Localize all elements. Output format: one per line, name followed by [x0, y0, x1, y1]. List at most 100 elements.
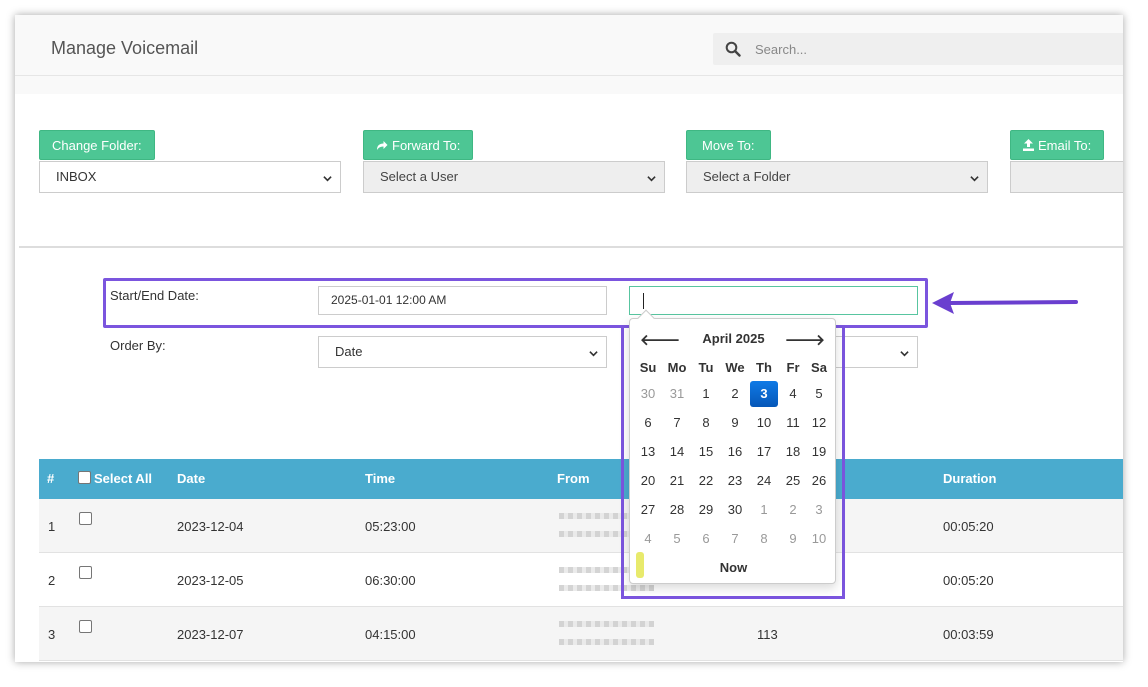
calendar-day[interactable]: 8 — [692, 410, 720, 436]
calendar-day[interactable]: 3 — [750, 381, 778, 407]
calendar-day[interactable]: 10 — [750, 410, 778, 436]
header-band — [15, 76, 1123, 94]
calendar-day[interactable]: 31 — [663, 381, 691, 407]
calendar-day[interactable]: 23 — [721, 468, 749, 494]
row-duration: 00:05:20 — [943, 519, 994, 534]
calendar-day[interactable]: 26 — [805, 468, 833, 494]
calendar-day[interactable]: 2 — [779, 497, 807, 523]
annotation-arrow-icon — [932, 292, 1078, 314]
row-duration: 00:05:20 — [943, 573, 994, 588]
calendar-day[interactable]: 4 — [634, 526, 662, 552]
calendar-day[interactable]: 28 — [663, 497, 691, 523]
calendar-day[interactable]: 27 — [634, 497, 662, 523]
calendar-day[interactable]: 30 — [634, 381, 662, 407]
calendar-day[interactable]: 17 — [750, 439, 778, 465]
col-duration[interactable]: Duration — [943, 471, 996, 486]
calendar-day[interactable]: 12 — [805, 410, 833, 436]
col-from[interactable]: From — [557, 471, 590, 486]
change-folder-button[interactable]: Change Folder: — [39, 130, 155, 160]
calendar-day[interactable]: 9 — [779, 526, 807, 552]
calendar-day[interactable]: 18 — [779, 439, 807, 465]
calendar-day[interactable]: 6 — [692, 526, 720, 552]
row-checkbox[interactable] — [79, 566, 92, 579]
row-number: 2 — [48, 573, 56, 588]
move-to-button[interactable]: Move To: — [686, 130, 771, 160]
row-time: 06:30:00 — [365, 573, 416, 588]
row-checkbox[interactable] — [79, 512, 92, 525]
table-row[interactable]: 2 2023-12-05 06:30:00 00:05:20 — [39, 553, 1123, 607]
weekday-header: Sa — [811, 360, 827, 375]
row-date: 2023-12-04 — [177, 519, 244, 534]
upload-icon — [1023, 139, 1034, 151]
row-checkbox[interactable] — [79, 620, 92, 633]
calendar-day[interactable]: 11 — [779, 410, 807, 436]
page-title: Manage Voicemail — [51, 38, 199, 58]
move-folder-value: Select a Folder — [703, 169, 791, 184]
row-time: 05:23:00 — [365, 519, 416, 534]
move-folder-select[interactable]: Select a Folder — [686, 161, 988, 193]
search-box[interactable] — [713, 33, 1123, 65]
calendar-day[interactable]: 1 — [692, 381, 720, 407]
calendar-day[interactable]: 4 — [779, 381, 807, 407]
calendar-day[interactable]: 22 — [692, 468, 720, 494]
move-to-label: Move To: — [702, 138, 755, 153]
change-folder-label: Change Folder: — [52, 138, 142, 153]
weekday-header: Su — [639, 360, 657, 375]
search-icon — [725, 41, 741, 57]
order-by-label: Order By: — [110, 338, 166, 353]
calendar-day[interactable]: 21 — [663, 468, 691, 494]
next-month-arrow-icon[interactable]: 🡒 — [785, 330, 825, 349]
forward-to-button[interactable]: Forward To: — [363, 130, 474, 160]
select-all-checkbox[interactable] — [78, 471, 91, 484]
calendar-day[interactable]: 6 — [634, 410, 662, 436]
calendar-day[interactable]: 16 — [721, 439, 749, 465]
calendar-day[interactable]: 20 — [634, 468, 662, 494]
calendar-day[interactable]: 19 — [805, 439, 833, 465]
chevron-down-icon — [900, 351, 909, 357]
calendar-day[interactable]: 9 — [721, 410, 749, 436]
calendar-day[interactable]: 2 — [721, 381, 749, 407]
email-to-group: Email To: — [1010, 130, 1123, 193]
email-to-label: Email To: — [1038, 138, 1092, 153]
calendar-day[interactable]: 15 — [692, 439, 720, 465]
calendar-day[interactable]: 3 — [805, 497, 833, 523]
now-button[interactable]: Now — [630, 560, 837, 575]
user-select[interactable]: Select a User — [363, 161, 665, 193]
weekday-header: We — [725, 360, 745, 375]
chevron-down-icon — [323, 176, 332, 182]
calendar-day[interactable]: 5 — [805, 381, 833, 407]
calendar-day[interactable]: 24 — [750, 468, 778, 494]
move-to-group: Move To: Select a Folder — [686, 130, 988, 193]
order-by-value: Date — [335, 344, 363, 359]
chevron-down-icon — [647, 176, 656, 182]
email-to-button[interactable]: Email To: — [1010, 130, 1105, 160]
search-input[interactable] — [755, 33, 1115, 65]
col-date[interactable]: Date — [177, 471, 205, 486]
calendar-day[interactable]: 7 — [721, 526, 749, 552]
row-number: 3 — [48, 627, 56, 642]
table-row[interactable]: 3 2023-12-07 04:15:00 113 00:03:59 — [39, 607, 1123, 661]
calendar-day[interactable]: 7 — [663, 410, 691, 436]
calendar-day[interactable]: 1 — [750, 497, 778, 523]
calendar-day[interactable]: 29 — [692, 497, 720, 523]
col-time[interactable]: Time — [365, 471, 395, 486]
share-icon — [377, 141, 388, 150]
calendar-day[interactable]: 10 — [805, 526, 833, 552]
row-to: 113 — [757, 627, 778, 642]
weekday-header: Tu — [698, 360, 714, 375]
table-row[interactable]: 1 2023-12-04 05:23:00 00:05:20 — [39, 499, 1123, 553]
section-divider — [19, 246, 1123, 248]
weekday-header: Mo — [667, 360, 687, 375]
row-date: 2023-12-07 — [177, 627, 244, 642]
chevron-down-icon — [970, 176, 979, 182]
calendar-day[interactable]: 25 — [779, 468, 807, 494]
calendar-day[interactable]: 5 — [663, 526, 691, 552]
folder-select[interactable]: INBOX — [39, 161, 341, 193]
calendar-day[interactable]: 8 — [750, 526, 778, 552]
calendar-day[interactable]: 13 — [634, 439, 662, 465]
calendar-day[interactable]: 14 — [663, 439, 691, 465]
email-select[interactable] — [1010, 161, 1123, 193]
row-date: 2023-12-05 — [177, 573, 244, 588]
calendar-day[interactable]: 30 — [721, 497, 749, 523]
order-by-select[interactable]: Date — [318, 336, 607, 368]
